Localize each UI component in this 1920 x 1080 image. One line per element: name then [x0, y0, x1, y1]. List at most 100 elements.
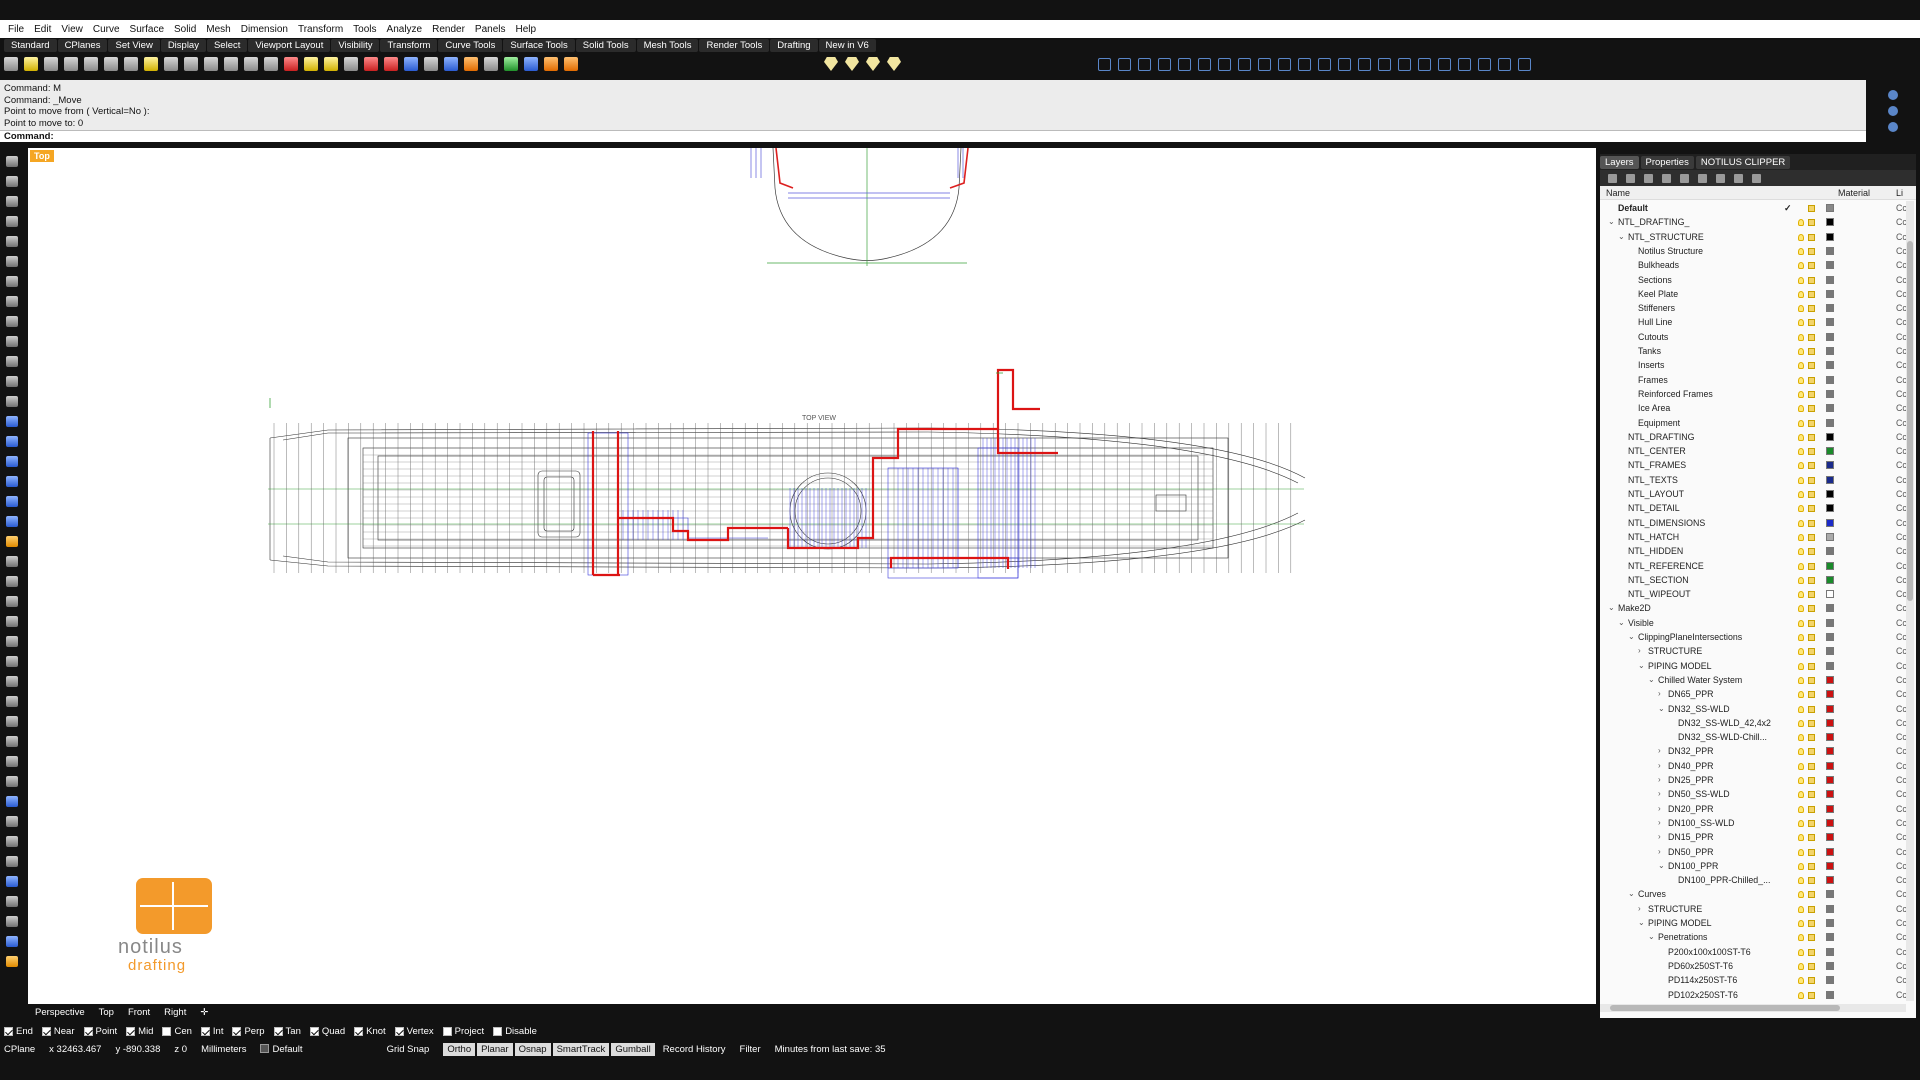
- menu-help[interactable]: Help: [511, 24, 542, 35]
- notilus-tool-icon[interactable]: [1178, 57, 1191, 71]
- layer-row[interactable]: Reinforced Frames Cc: [1600, 387, 1906, 401]
- point-icon[interactable]: [6, 176, 18, 187]
- layer-color-swatch[interactable]: [1826, 304, 1834, 313]
- lightbulb-icon[interactable]: [1798, 519, 1804, 527]
- current-layer[interactable]: Default: [260, 1044, 303, 1055]
- lock-icon[interactable]: [1808, 233, 1815, 241]
- layer-color-swatch[interactable]: [1826, 618, 1834, 627]
- layer-row[interactable]: DN100_PPR-Chilled_... Cc: [1600, 873, 1906, 887]
- layer-row[interactable]: Inserts Cc: [1600, 358, 1906, 372]
- add-viewport-icon[interactable]: ✛: [193, 1007, 215, 1018]
- hatch-icon[interactable]: [6, 836, 18, 847]
- lightbulb-icon[interactable]: [1798, 505, 1804, 513]
- layer-row[interactable]: ⌄ Curves Cc: [1600, 887, 1906, 901]
- copy-icon[interactable]: [124, 57, 138, 71]
- layer-color-swatch[interactable]: [1826, 575, 1834, 584]
- layer-color-swatch[interactable]: [1826, 218, 1834, 227]
- top-viewport[interactable]: TOP VIEW Top notilus drafting: [28, 148, 1596, 1004]
- checkbox[interactable]: [394, 1026, 404, 1036]
- layer-color-swatch[interactable]: [1826, 675, 1834, 684]
- layer-color-swatch[interactable]: [1826, 261, 1834, 270]
- expand-open-icon[interactable]: ⌄: [1618, 230, 1625, 244]
- gumball-toggle[interactable]: Gumball: [611, 1042, 655, 1056]
- layer-row[interactable]: Cutouts Cc: [1600, 330, 1906, 344]
- lock-icon[interactable]: [1808, 605, 1815, 613]
- new-sublayer-icon[interactable]: [1626, 173, 1635, 183]
- expand-open-icon[interactable]: ⌄: [1628, 630, 1635, 644]
- layer-color-swatch[interactable]: [1826, 933, 1834, 942]
- checkbox[interactable]: [41, 1026, 51, 1036]
- render-icon[interactable]: [6, 936, 18, 947]
- sphere-icon[interactable]: [1888, 122, 1898, 132]
- analyze-icon[interactable]: [6, 876, 18, 887]
- smarttrack-toggle[interactable]: SmartTrack: [552, 1042, 610, 1056]
- lock-icon[interactable]: [1808, 319, 1815, 327]
- help-icon[interactable]: [1752, 173, 1761, 183]
- layer-color-swatch[interactable]: [1826, 861, 1834, 870]
- notilus-tool-icon[interactable]: [1258, 57, 1271, 71]
- save-icon[interactable]: [44, 57, 58, 71]
- layer-color-swatch[interactable]: [1826, 661, 1834, 670]
- layer-row[interactable]: DN32_SS-WLD_42,4x2 Cc: [1600, 716, 1906, 730]
- layer-color-swatch[interactable]: [1826, 818, 1834, 827]
- layer-color-swatch[interactable]: [1826, 847, 1834, 856]
- layer-color-swatch[interactable]: [1826, 532, 1834, 541]
- scale-icon[interactable]: [6, 736, 18, 747]
- mesh-icon[interactable]: [6, 556, 18, 567]
- expand-closed-icon[interactable]: ›: [1658, 787, 1661, 801]
- layer-row[interactable]: NTL_CENTER Cc: [1600, 444, 1906, 458]
- layer-color-swatch[interactable]: [1826, 418, 1834, 427]
- layer-color-swatch[interactable]: [1826, 919, 1834, 927]
- lock-icon[interactable]: [1808, 819, 1815, 827]
- layer-row[interactable]: NTL_FRAMES Cc: [1600, 458, 1906, 472]
- loft-icon[interactable]: [6, 456, 18, 467]
- menu-panels[interactable]: Panels: [470, 24, 511, 35]
- toolbar-tab[interactable]: Select: [206, 38, 248, 52]
- notilus-tool-icon[interactable]: [1138, 57, 1151, 71]
- layer-row[interactable]: ⌄ Make2D Cc: [1600, 601, 1906, 615]
- layer-color-swatch[interactable]: [1826, 475, 1834, 484]
- layer-row[interactable]: ⌄ ClippingPlaneIntersections Cc: [1600, 630, 1906, 644]
- layer-color-swatch[interactable]: [1826, 332, 1834, 341]
- lock-icon[interactable]: [1808, 891, 1815, 899]
- lightbulb-icon[interactable]: [1798, 762, 1804, 770]
- checkbox[interactable]: [493, 1026, 503, 1036]
- viewport-label[interactable]: Top: [30, 150, 54, 162]
- render-sphere-icon[interactable]: [444, 57, 458, 71]
- layer-color-swatch[interactable]: [1826, 318, 1834, 327]
- layer-color-swatch[interactable]: [1826, 275, 1834, 284]
- notilus-tool-icon[interactable]: [1278, 57, 1291, 71]
- osnap-cen[interactable]: Cen: [162, 1026, 192, 1037]
- layer-row[interactable]: Ice Area Cc: [1600, 401, 1906, 415]
- pan-icon[interactable]: [164, 57, 178, 71]
- checkbox[interactable]: [200, 1026, 210, 1036]
- layer-row[interactable]: ⌄ Visible Cc: [1600, 616, 1906, 630]
- lightbulb-icon[interactable]: [1798, 362, 1804, 370]
- lightbulb-icon[interactable]: [1798, 877, 1804, 885]
- menu-surface[interactable]: Surface: [125, 24, 169, 35]
- lightbulb-icon[interactable]: [1798, 691, 1804, 699]
- notilus-tool-icon[interactable]: [1438, 57, 1451, 71]
- checkbox[interactable]: [354, 1026, 364, 1036]
- lock-icon[interactable]: [1808, 834, 1815, 842]
- lightbulb-icon[interactable]: [1798, 676, 1804, 684]
- layer-row[interactable]: › DN40_PPR Cc: [1600, 759, 1906, 773]
- layer-row[interactable]: DN32_SS-WLD-Chill... Cc: [1600, 730, 1906, 744]
- layer-row[interactable]: PD114x250ST-T6 Cc: [1600, 973, 1906, 987]
- lightbulb-icon[interactable]: [1798, 476, 1804, 484]
- lightbulb-icon[interactable]: [1798, 591, 1804, 599]
- notilus-tool-icon[interactable]: [1098, 57, 1111, 71]
- lightbulb-icon[interactable]: [1798, 433, 1804, 441]
- layer-color-swatch[interactable]: [1826, 561, 1834, 570]
- layer-row[interactable]: PD102x250ST-T6 Cc: [1600, 988, 1906, 1002]
- lock-icon[interactable]: [1808, 719, 1815, 727]
- toolbar-tab[interactable]: New in V6: [818, 38, 876, 52]
- notilus-tool-icon[interactable]: [1458, 57, 1471, 71]
- layer-row[interactable]: NTL_TEXTS Cc: [1600, 473, 1906, 487]
- layer-row[interactable]: › STRUCTURE Cc: [1600, 902, 1906, 916]
- tab-right[interactable]: Right: [157, 1007, 193, 1018]
- lightbulb-icon[interactable]: [1798, 576, 1804, 584]
- toolbar-tab[interactable]: Display: [160, 38, 206, 52]
- lock-icon[interactable]: [1808, 247, 1815, 255]
- rotate-icon[interactable]: [6, 716, 18, 727]
